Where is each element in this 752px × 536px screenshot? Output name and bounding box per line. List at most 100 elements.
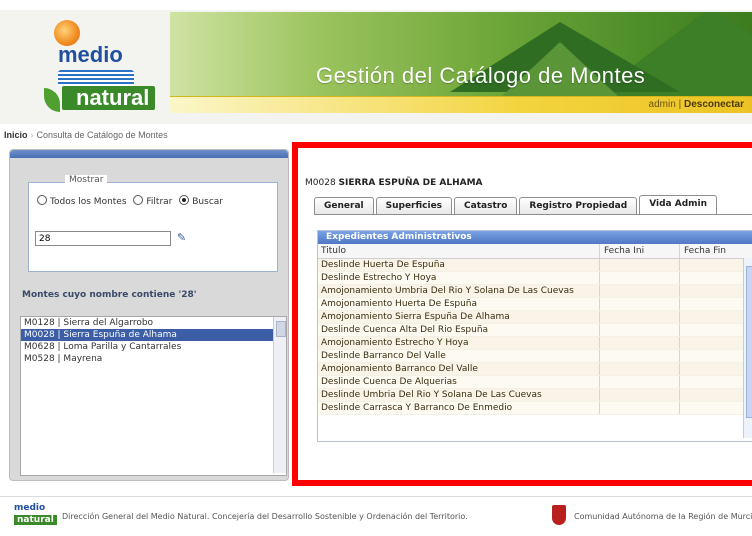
tab-general[interactable]: General [314, 197, 374, 215]
cell-fecha-fin [679, 272, 684, 284]
cell-fecha-ini [599, 324, 604, 336]
results-title: Montes cuyo nombre contiene '28' [22, 290, 197, 300]
grid-caption: Expedientes Administrativos [318, 231, 752, 244]
table-row[interactable]: Deslinde Cuenca De Alquerias [318, 376, 752, 389]
filter-radio-group: Todos los Montes Filtrar Buscar [33, 195, 223, 207]
cell-titulo: Amojonamiento Barranco Del Valle [321, 364, 478, 374]
breadcrumb-current: Consulta de Catálogo de Montes [36, 130, 168, 140]
cell-titulo: Amojonamiento Estrecho Y Hoya [321, 338, 469, 348]
cell-fecha-ini [599, 376, 604, 388]
cell-fecha-ini [599, 402, 604, 414]
column-header-titulo[interactable]: Titulo [321, 244, 346, 258]
table-row[interactable]: Deslinde Huerta De Espuña [318, 259, 752, 272]
water-waves-icon [58, 70, 134, 86]
grid-header: Titulo Fecha Ini Fecha Fin [318, 244, 752, 259]
user-bar: admin | Desconectar [170, 96, 752, 113]
tab-registro-propiedad[interactable]: Registro Propiedad [519, 197, 638, 215]
scrollbar-thumb[interactable] [746, 266, 752, 418]
table-row[interactable]: Amojonamiento Sierra Espuña De Alhama [318, 311, 752, 324]
radio-buscar-label[interactable]: Buscar [192, 197, 223, 207]
grid-body: Deslinde Huerta De Espuña Deslinde Estre… [318, 259, 752, 415]
cell-titulo: Amojonamiento Huerta De Espuña [321, 299, 478, 309]
grid-scrollbar[interactable] [743, 258, 752, 438]
column-header-fecha-fin[interactable]: Fecha Fin [679, 244, 726, 258]
cell-titulo: Deslinde Cuenca Alta Del Rio Espuña [321, 325, 489, 335]
list-item[interactable]: M0528 | Mayrena [21, 353, 286, 365]
cell-titulo: Deslinde Carrasca Y Barranco De Enmedio [321, 403, 513, 413]
scrollbar-thumb[interactable] [276, 321, 286, 337]
radio-filtrar-indicator[interactable] [133, 195, 144, 205]
cell-titulo: Deslinde Huerta De Espuña [321, 260, 445, 270]
cell-fecha-fin [679, 402, 684, 414]
footer-medio-natural-logo: medio natural [14, 503, 57, 529]
table-row[interactable]: Deslinde Barranco Del Valle [318, 350, 752, 363]
radio-buscar-indicator[interactable] [179, 195, 190, 205]
list-item[interactable]: M0128 | Sierra del Algarrobo [21, 317, 286, 329]
medio-natural-logo[interactable]: medio natural [40, 20, 180, 120]
table-row[interactable]: Amojonamiento Estrecho Y Hoya [318, 337, 752, 350]
cell-titulo: Deslinde Barranco Del Valle [321, 351, 446, 361]
radio-todos[interactable]: Todos los Montes [33, 195, 127, 207]
tab-superficies[interactable]: Superficies [375, 197, 453, 215]
table-row[interactable]: Amojonamiento Barranco Del Valle [318, 363, 752, 376]
filter-legend: Mostrar [65, 175, 108, 185]
table-row[interactable]: Amojonamiento Huerta De Espuña [318, 298, 752, 311]
page-header: medio natural Gestión del Catálogo de Mo… [0, 0, 752, 140]
search-input[interactable] [35, 231, 171, 246]
cell-fecha-fin [679, 363, 684, 375]
column-header-fecha-ini[interactable]: Fecha Ini [599, 244, 644, 258]
username: admin [648, 99, 676, 110]
cell-fecha-fin [679, 324, 684, 336]
cell-fecha-ini [599, 363, 604, 375]
cell-titulo: Amojonamiento Umbria Del Rio Y Solana De… [321, 286, 574, 296]
monte-title: M0028 SIERRA ESPUÑA DE ALHAMA [305, 178, 483, 188]
cell-fecha-fin [679, 285, 684, 297]
search-panel: Mostrar Todos los Montes Filtrar Buscar … [9, 149, 289, 481]
footer-logo-text-medio: medio [14, 503, 46, 513]
region-crest-icon [552, 505, 566, 525]
list-item[interactable]: M0628 | Loma Parilla y Cantarrales [21, 341, 286, 353]
breadcrumb-separator: › [30, 130, 34, 140]
cell-fecha-ini [599, 350, 604, 362]
logout-link[interactable]: Desconectar [684, 99, 744, 110]
footer-direccion-text: Dirección General del Medio Natural. Con… [62, 512, 468, 521]
table-row[interactable]: Deslinde Umbria Del Rio Y Solana De Las … [318, 389, 752, 402]
tab-vida-admin[interactable]: Vida Admin [639, 195, 718, 215]
cell-fecha-fin [679, 389, 684, 401]
table-row[interactable]: Deslinde Estrecho Y Hoya [318, 272, 752, 285]
list-item-selected[interactable]: M0028 | Sierra Espuña de Alhama [21, 329, 286, 341]
expedientes-grid: Expedientes Administrativos Titulo Fecha… [317, 230, 752, 442]
show-filter-group: Mostrar Todos los Montes Filtrar Buscar … [28, 175, 278, 272]
table-row[interactable]: Amojonamiento Umbria Del Rio Y Solana De… [318, 285, 752, 298]
cell-fecha-ini [599, 389, 604, 401]
logo-text-natural: natural [62, 86, 156, 110]
cell-fecha-ini [599, 259, 604, 271]
cell-fecha-fin [679, 259, 684, 271]
table-row[interactable]: Deslinde Carrasca Y Barranco De Enmedio [318, 402, 752, 415]
radio-todos-indicator[interactable] [37, 195, 47, 205]
results-list[interactable]: M0128 | Sierra del Algarrobo M0028 | Sie… [20, 316, 287, 476]
breadcrumb-home-link[interactable]: Inicio [4, 130, 28, 140]
search-icon[interactable]: ✎ [177, 231, 186, 244]
cell-titulo: Deslinde Umbria Del Rio Y Solana De Las … [321, 390, 542, 400]
table-row[interactable]: Deslinde Cuenca Alta Del Rio Espuña [318, 324, 752, 337]
page-footer: medio natural Dirección General del Medi… [0, 496, 752, 536]
radio-todos-label[interactable]: Todos los Montes [50, 197, 127, 207]
tab-divider [314, 214, 752, 215]
results-scrollbar[interactable] [273, 317, 286, 473]
monte-code: M0028 [305, 178, 336, 188]
cell-fecha-fin [679, 311, 684, 323]
cell-fecha-ini [599, 337, 604, 349]
logo-text-medio: medio [58, 42, 123, 67]
cell-fecha-ini [599, 311, 604, 323]
cell-fecha-fin [679, 337, 684, 349]
cell-fecha-fin [679, 376, 684, 388]
radio-filtrar[interactable]: Filtrar [129, 195, 172, 207]
user-separator: | [678, 99, 682, 110]
cell-titulo: Amojonamiento Sierra Espuña De Alhama [321, 312, 510, 322]
detail-tabs: General Superficies Catastro Registro Propi… [314, 195, 719, 215]
cell-fecha-ini [599, 285, 604, 297]
radio-buscar[interactable]: Buscar [175, 195, 223, 207]
tab-catastro[interactable]: Catastro [454, 197, 518, 215]
radio-filtrar-label[interactable]: Filtrar [146, 197, 172, 207]
